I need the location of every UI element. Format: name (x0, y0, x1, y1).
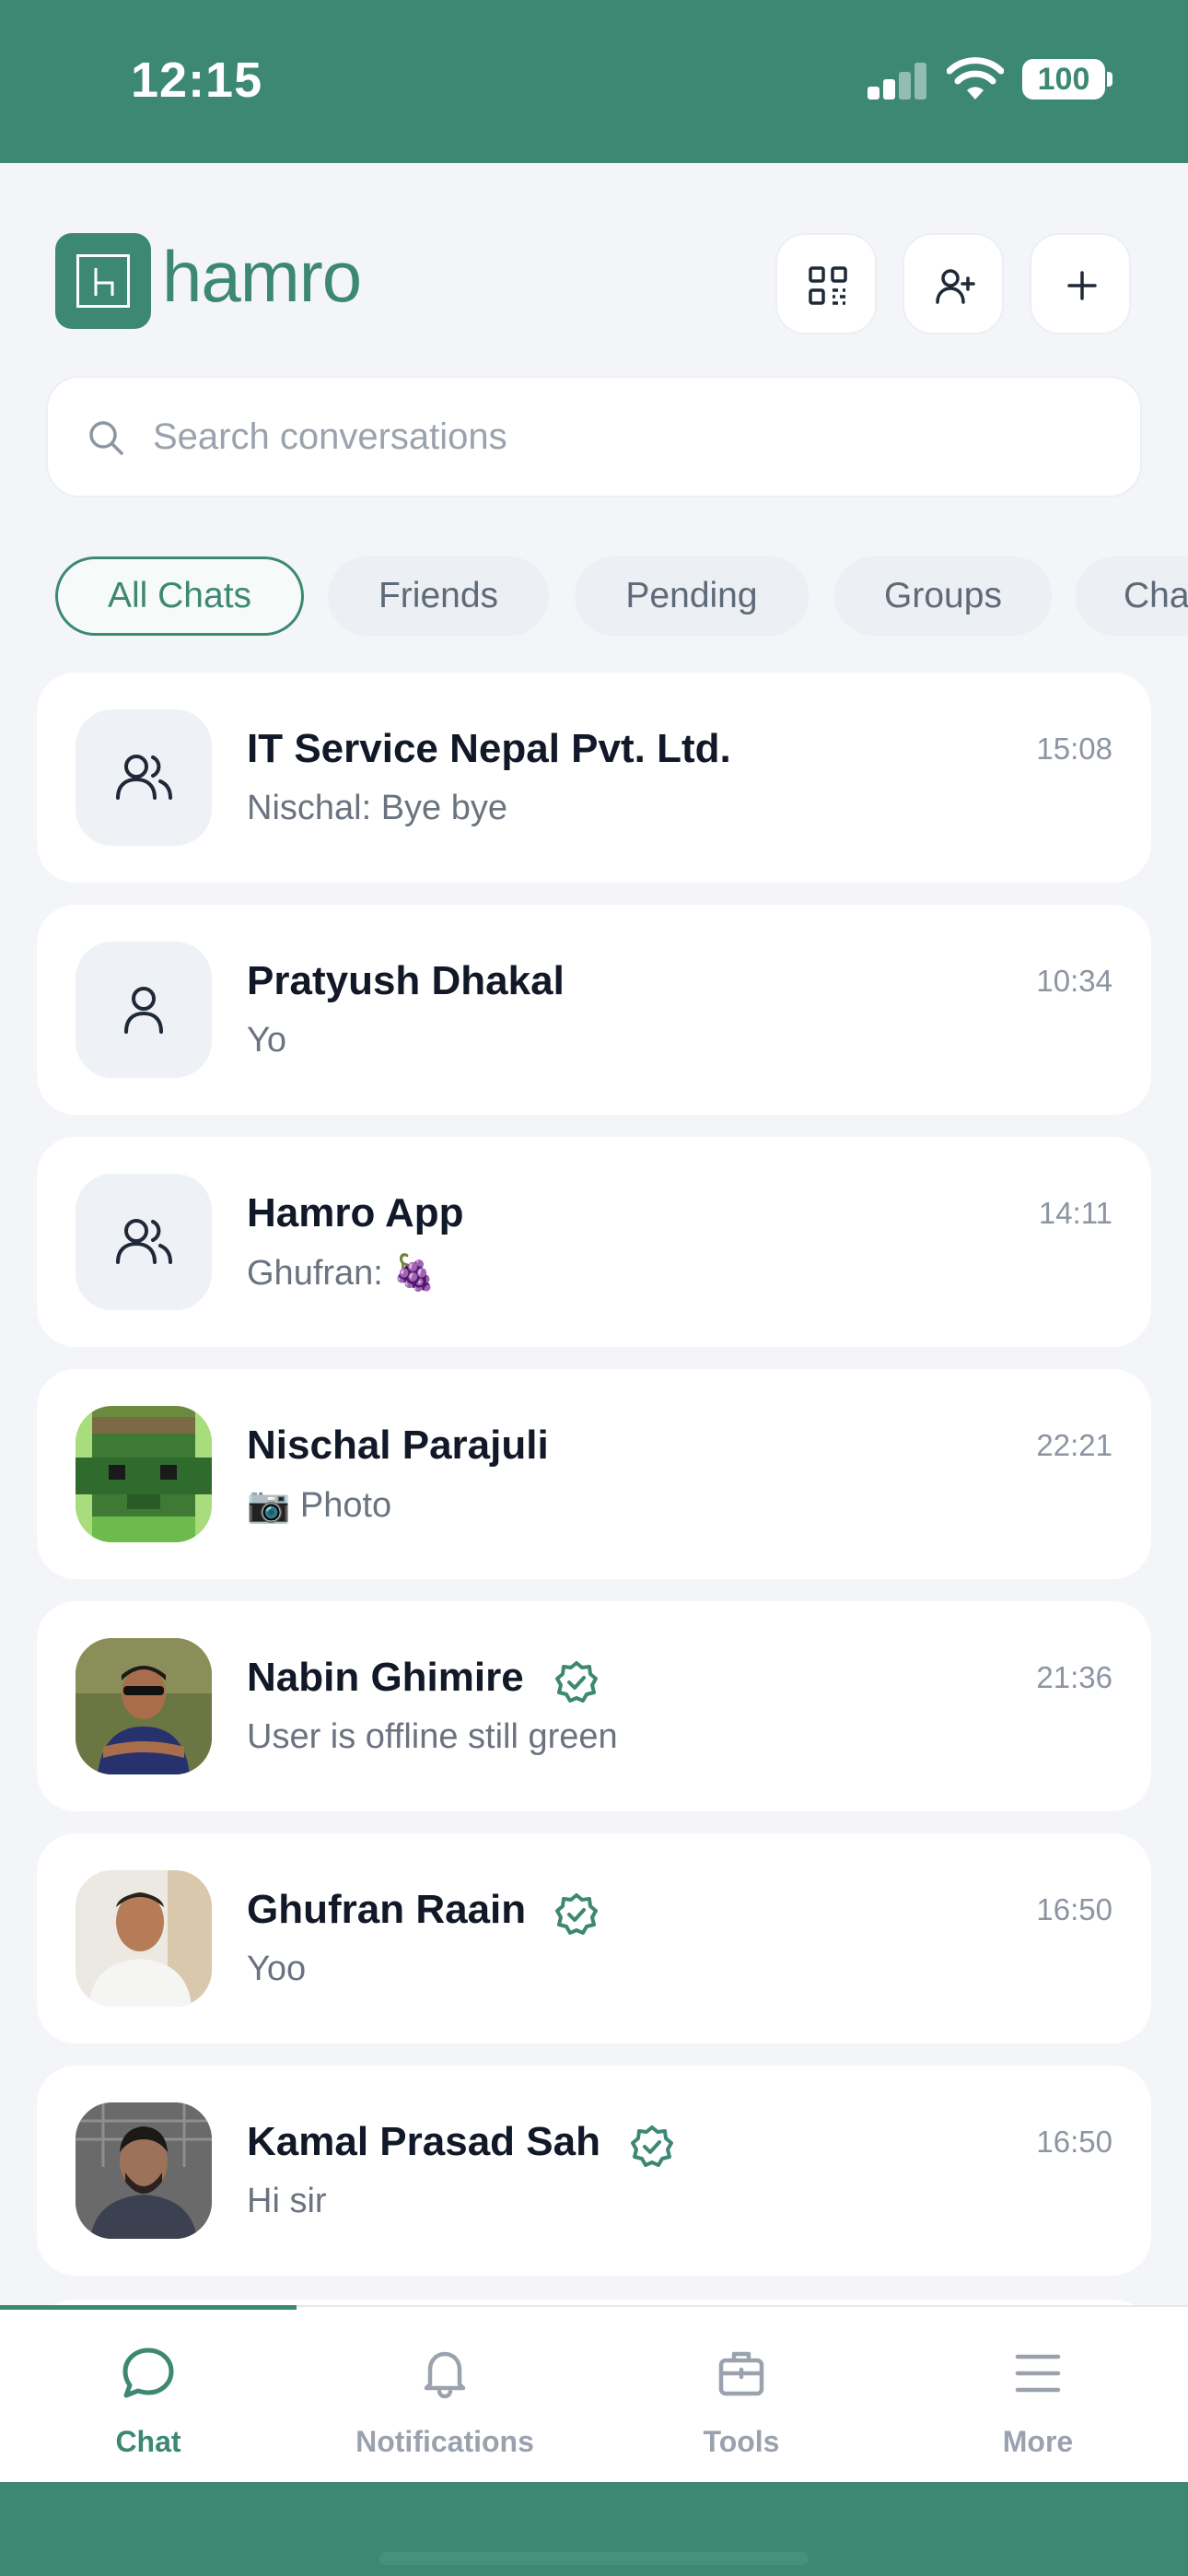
chat-preview: User is offline still green (247, 1717, 618, 1756)
status-bar: 12:15 100 (0, 0, 1188, 163)
chat-item[interactable]: IT Service Nepal Pvt. Ltd. Nischal: Bye … (37, 673, 1151, 883)
hamro-logo-icon (55, 233, 151, 329)
chat-name: Hamro App (247, 1190, 464, 1235)
bell-icon (424, 2351, 466, 2399)
wifi-icon (947, 57, 1004, 100)
qr-code-button[interactable] (775, 233, 877, 334)
tab-groups[interactable]: Groups (834, 556, 1052, 636)
chat-preview: 📷 Photo (247, 1486, 392, 1525)
battery-nub (1107, 72, 1112, 87)
filter-tabs: All Chats Friends Pending Groups Cha (0, 553, 1188, 639)
group-icon (76, 1174, 212, 1310)
chat-name: Pratyush Dhakal (247, 958, 565, 1003)
verified-badge-icon (631, 2125, 673, 2167)
chat-time: 16:50 (1036, 1892, 1112, 1926)
new-chat-button[interactable] (1030, 233, 1131, 334)
chat-item[interactable]: Ghufran Raain Yoo 16:50 (37, 1833, 1151, 2043)
chat-item[interactable]: Hamro App Ghufran: 🍇 14:11 (37, 1137, 1151, 1347)
nav-more[interactable]: More (890, 2307, 1186, 2484)
photo-avatar (76, 1638, 212, 1774)
chat-preview: Yoo (247, 1950, 307, 1988)
verified-badge-icon (555, 1893, 598, 1935)
pixel-art-avatar (76, 1406, 212, 1542)
toolbox-icon (718, 2351, 764, 2396)
battery-indicator: 100 (1022, 59, 1105, 100)
chat-name: Nischal Parajuli (247, 1423, 549, 1468)
group-icon (76, 709, 212, 846)
chat-item[interactable]: Nabin Ghimire User is offline still gree… (37, 1601, 1151, 1811)
chat-name: Nabin Ghimire (247, 1655, 524, 1700)
photo-avatar (76, 1870, 212, 2007)
tab-pending[interactable]: Pending (575, 556, 809, 636)
chat-preview: Ghufran: 🍇 (247, 1254, 437, 1293)
home-indicator[interactable] (379, 2552, 809, 2565)
nav-label: Notifications (355, 2425, 534, 2458)
chat-time: 16:50 (1036, 2125, 1112, 2159)
tab-friends[interactable]: Friends (328, 556, 549, 636)
brand-name: hamro (162, 236, 362, 317)
bottom-navigation: Chat Notifications Tools More (0, 2305, 1188, 2482)
chat-time: 10:34 (1036, 964, 1112, 998)
chat-item[interactable]: Pratyush Dhakal Yo 10:34 (37, 905, 1151, 1115)
chat-name: Kamal Prasad Sah (247, 2119, 600, 2164)
status-time: 12:15 (131, 53, 263, 108)
chat-time: 14:11 (1038, 1196, 1112, 1230)
verified-badge-icon (555, 1661, 598, 1703)
user-plus-icon (936, 269, 975, 304)
chat-name: Ghufran Raain (247, 1887, 527, 1932)
qr-code-icon (809, 266, 847, 305)
chat-preview: Hi sir (247, 2182, 327, 2220)
chat-time: 22:21 (1036, 1428, 1112, 1462)
chat-item[interactable]: Kamal Prasad Sah Hi sir 16:50 (37, 2066, 1151, 2276)
nav-label: More (1002, 2425, 1074, 2458)
user-icon (76, 942, 212, 1078)
add-friend-button[interactable] (903, 233, 1004, 334)
cellular-signal-icon (868, 63, 928, 100)
chat-time: 21:36 (1036, 1660, 1112, 1694)
menu-icon (1015, 2354, 1061, 2393)
search-bar[interactable] (46, 376, 1142, 498)
home-indicator-bar (0, 2482, 1188, 2576)
nav-label: Tools (703, 2425, 780, 2458)
nav-notifications[interactable]: Notifications (297, 2307, 593, 2484)
nav-label: Chat (115, 2425, 181, 2458)
search-input[interactable] (153, 378, 1111, 496)
tab-all-chats[interactable]: All Chats (55, 556, 304, 636)
tab-channels[interactable]: Cha (1076, 556, 1188, 636)
chat-preview: Nischal: Bye bye (247, 789, 508, 827)
nav-tools[interactable]: Tools (593, 2307, 890, 2484)
chat-name: IT Service Nepal Pvt. Ltd. (247, 726, 731, 771)
chat-time: 15:08 (1036, 732, 1112, 766)
chat-preview: Yo (247, 1021, 286, 1060)
app-header: hamro (0, 163, 1188, 384)
search-icon (89, 421, 123, 455)
photo-avatar (76, 2102, 212, 2239)
chat-bubble-icon (122, 2348, 174, 2398)
chat-item[interactable]: Nischal Parajuli 📷 Photo 22:21 (37, 1369, 1151, 1579)
plus-icon (1067, 271, 1097, 300)
nav-chat[interactable]: Chat (0, 2307, 297, 2484)
